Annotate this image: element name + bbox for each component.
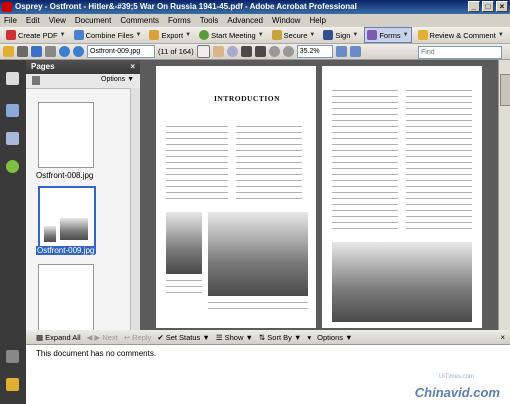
- page-count: (11 of 164): [158, 47, 194, 56]
- right-page: [322, 66, 482, 328]
- secure-button[interactable]: Secure ▼: [270, 28, 318, 42]
- menu-advanced[interactable]: Advanced: [227, 14, 263, 27]
- menu-edit[interactable]: Edit: [26, 14, 40, 27]
- page-input[interactable]: [87, 45, 155, 58]
- thumbnail-page-12[interactable]: [38, 264, 94, 332]
- combine-files-button[interactable]: Combine Files ▼: [72, 28, 144, 42]
- sign-button[interactable]: Sign ▼: [321, 28, 360, 42]
- pages-options-bar: Options ▼: [26, 74, 140, 89]
- create-pdf-button[interactable]: Create PDF ▼: [4, 28, 68, 42]
- filter-button[interactable]: ▾: [307, 333, 311, 342]
- title-bar: Osprey - Ostfront - Hitler&-#39;5 War On…: [0, 0, 510, 14]
- menu-view[interactable]: View: [49, 14, 66, 27]
- close-button[interactable]: ×: [496, 1, 508, 12]
- review-icon: [417, 30, 428, 40]
- set-status-button[interactable]: ✔ Set Status ▼: [157, 333, 210, 342]
- menu-file[interactable]: File: [4, 14, 17, 27]
- pen-icon: [323, 30, 334, 40]
- comments-list: This document has no comments. UITimes.c…: [26, 345, 510, 404]
- menu-window[interactable]: Window: [272, 14, 300, 27]
- zoom-out-icon[interactable]: [268, 46, 280, 57]
- meeting-icon: [199, 30, 210, 40]
- open-folder-icon[interactable]: [3, 46, 14, 57]
- close-comments-icon[interactable]: ×: [500, 333, 505, 342]
- print-icon[interactable]: [17, 46, 28, 57]
- comments-toolbar: ▦ Expand All ◀ ▶ Next ↩ Reply ✔ Set Stat…: [26, 330, 510, 345]
- maximize-button[interactable]: □: [482, 1, 494, 12]
- watermark-small: UITimes.com: [438, 374, 474, 380]
- comments-icon[interactable]: [6, 378, 19, 391]
- menu-help[interactable]: Help: [309, 14, 325, 27]
- pages-header: Pages ×: [26, 60, 140, 74]
- close-pages-icon[interactable]: ×: [130, 60, 135, 74]
- pages-icon[interactable]: [6, 72, 19, 85]
- export-button[interactable]: Export ▼: [147, 28, 193, 42]
- photo-soldier: [166, 212, 202, 274]
- reply-button[interactable]: ↩ Reply: [124, 333, 152, 342]
- menu-tools[interactable]: Tools: [200, 14, 219, 27]
- sort-by-button[interactable]: ⇅ Sort By ▼: [259, 333, 301, 342]
- menu-document[interactable]: Document: [75, 14, 111, 27]
- zoom-input[interactable]: [296, 45, 333, 58]
- document-scrollbar[interactable]: [498, 60, 510, 330]
- trash-icon[interactable]: [32, 76, 40, 85]
- pages-panel: Pages × Options ▼ Ostfront-008.jpg Ostfr…: [26, 60, 141, 332]
- pages-options-button[interactable]: Options ▼: [101, 76, 134, 83]
- acrobat-icon: [2, 2, 12, 12]
- next-page-icon[interactable]: [73, 46, 84, 57]
- watermark: Chinavid.com: [414, 385, 500, 400]
- navigation-toolbar: (11 of 164) Find: [0, 44, 510, 60]
- zoom-in-icon[interactable]: [282, 46, 294, 57]
- thumbnail-page-10[interactable]: [38, 102, 94, 168]
- lock-icon: [271, 30, 282, 40]
- navigation-pane-bar: [0, 60, 26, 404]
- bookmarks-icon[interactable]: [6, 104, 19, 117]
- minimize-button[interactable]: _: [468, 1, 480, 12]
- task-toolbar: Create PDF ▼ Combine Files ▼ Export ▼ Start…: [0, 27, 510, 44]
- help-icon[interactable]: [6, 160, 19, 173]
- export-icon: [149, 30, 160, 40]
- show-button[interactable]: ☰ Show ▼: [216, 333, 253, 342]
- two-page-icon[interactable]: [349, 46, 361, 57]
- comments-panel: ▦ Expand All ◀ ▶ Next ↩ Reply ✔ Set Stat…: [26, 330, 510, 404]
- thumbnail-page-11[interactable]: [38, 186, 96, 254]
- menu-bar: File Edit View Document Comments Forms T…: [0, 14, 510, 27]
- pages-scrollbar[interactable]: [130, 88, 140, 330]
- page-view-icon[interactable]: [335, 46, 347, 57]
- find-field[interactable]: Find: [418, 46, 502, 59]
- photo-infantry: [332, 242, 472, 322]
- fit-width-icon[interactable]: [254, 46, 266, 57]
- start-meeting-button[interactable]: Start Meeting ▼: [197, 28, 266, 42]
- forms-icon: [367, 30, 378, 40]
- scrollbar-thumb[interactable]: [500, 74, 510, 106]
- review-comment-button[interactable]: Review & Comment ▼: [416, 28, 506, 42]
- combine-files-icon: [73, 30, 84, 40]
- select-text-icon[interactable]: [196, 45, 210, 58]
- menu-comments[interactable]: Comments: [120, 14, 159, 27]
- pages-title: Pages: [31, 62, 55, 71]
- create-pdf-icon: [6, 30, 16, 40]
- no-comments-message: This document has no comments.: [36, 349, 157, 358]
- previous-page-icon[interactable]: [59, 46, 70, 57]
- chapter-heading: INTRODUCTION: [214, 94, 281, 103]
- forms-button[interactable]: Forms ▼: [364, 27, 412, 43]
- comments-options-button[interactable]: Options ▼: [317, 333, 352, 342]
- fit-page-icon[interactable]: [240, 46, 252, 57]
- next-button[interactable]: ◀ ▶ Next: [87, 333, 118, 342]
- signatures-icon[interactable]: [6, 132, 19, 145]
- document-view: INTRODUCTION: [140, 60, 498, 330]
- left-page: INTRODUCTION: [156, 66, 316, 328]
- expand-all-button[interactable]: ▦ Expand All: [36, 333, 81, 342]
- zoom-icon[interactable]: [226, 46, 238, 57]
- hand-icon[interactable]: [212, 46, 224, 57]
- photo-horses: [208, 212, 308, 296]
- menu-forms[interactable]: Forms: [168, 14, 191, 27]
- thumbnail-label: Ostfront-008.jpg: [36, 171, 94, 180]
- thumbnail-label-selected: Ostfront-009.jpg: [36, 246, 96, 255]
- save-icon[interactable]: [45, 46, 56, 57]
- window-title: Osprey - Ostfront - Hitler&-#39;5 War On…: [15, 2, 357, 11]
- attachments-icon[interactable]: [6, 350, 19, 363]
- email-icon[interactable]: [31, 46, 42, 57]
